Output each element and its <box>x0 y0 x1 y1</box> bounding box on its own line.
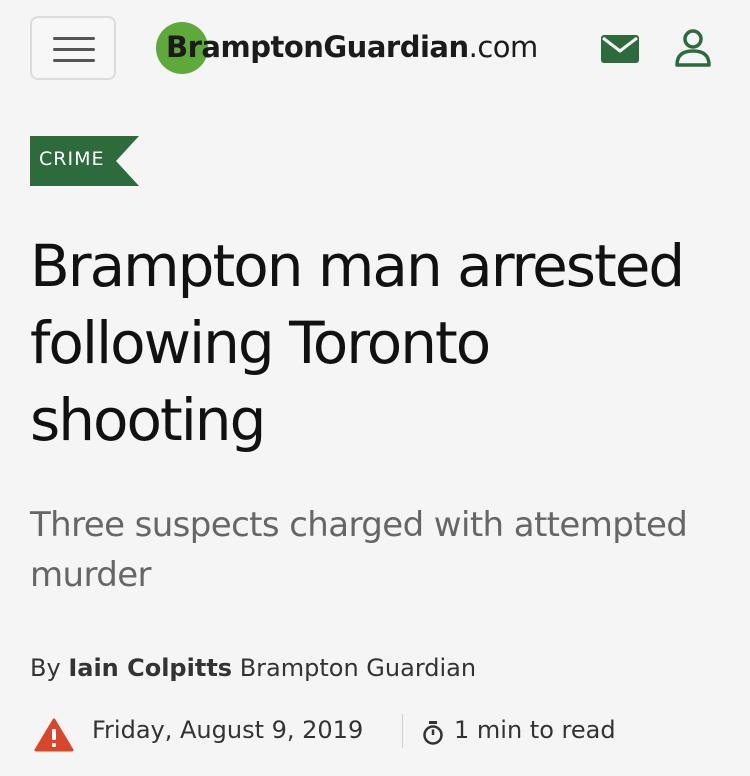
article-subheadline: Three suspects charged with attempted mu… <box>30 505 688 595</box>
read-time: 1 min to read <box>454 716 616 744</box>
user-icon[interactable] <box>673 28 713 68</box>
section-tag-label: CRIME <box>39 148 105 170</box>
hamburger-menu-icon-bar <box>53 48 95 51</box>
article-headline: Brampton man arrested following Toronto … <box>30 232 685 454</box>
byline-outlet: Brampton Guardian <box>239 654 477 682</box>
author-name[interactable]: Iain Colpitts <box>68 654 232 682</box>
logo-brand: BramptonGuardian <box>166 30 469 64</box>
article-meta: Friday, August 9, 2019 1 min to read <box>30 712 730 756</box>
envelope-icon[interactable] <box>600 34 640 64</box>
site-header: BramptonGuardian.com <box>0 0 750 100</box>
byline-prefix: By <box>30 654 61 682</box>
site-logo[interactable]: BramptonGuardian.com <box>156 22 556 78</box>
warning-triangle-icon <box>34 718 74 752</box>
hamburger-menu-icon-bar <box>53 59 95 62</box>
meta-divider <box>402 714 403 748</box>
logo-wordmark: BramptonGuardian.com <box>166 30 538 64</box>
hamburger-menu-icon <box>53 37 95 40</box>
menu-button[interactable] <box>30 16 116 80</box>
stopwatch-icon <box>423 721 443 745</box>
logo-tld: .com <box>468 30 539 64</box>
publish-date: Friday, August 9, 2019 <box>92 716 364 744</box>
byline: By Iain Colpitts Brampton Guardian <box>30 654 476 682</box>
